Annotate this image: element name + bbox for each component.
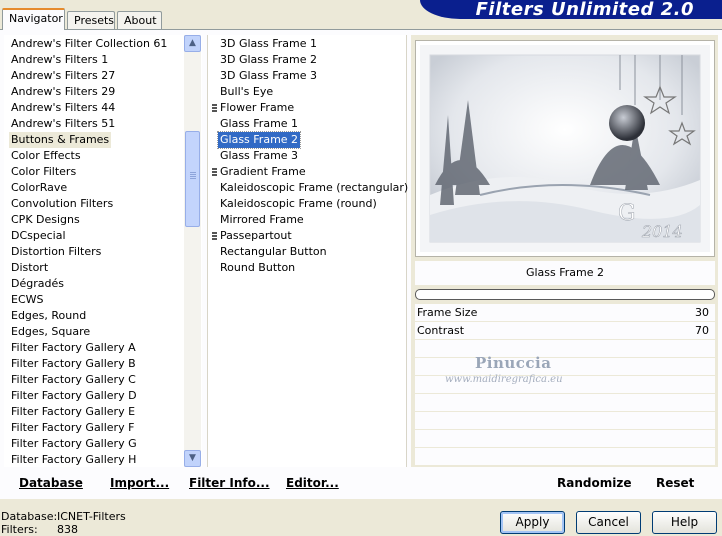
category-item[interactable]: ECWS (11, 292, 44, 308)
category-scrollbar[interactable]: ▲ ▼ (184, 35, 201, 467)
filter-item[interactable]: Glass Frame 2 (216, 131, 302, 149)
filter-item[interactable]: Bull's Eye (220, 84, 273, 100)
watermark-url: www.maidiregrafica.eu (445, 374, 563, 385)
help-button[interactable]: Help (652, 511, 717, 534)
filter-info-button[interactable]: Filter Info... (189, 476, 270, 490)
scroll-up-button[interactable]: ▲ (184, 35, 201, 52)
param-frame-size[interactable]: Frame Size 30 (415, 304, 715, 322)
progress-bar (415, 289, 715, 300)
param-empty-row (415, 340, 715, 358)
category-item[interactable]: Andrew's Filters 27 (11, 68, 115, 84)
scroll-down-button[interactable]: ▼ (184, 450, 201, 467)
category-item[interactable]: Filter Factory Gallery C (11, 372, 136, 388)
category-item[interactable]: Andrew's Filters 29 (11, 84, 115, 100)
filter-item[interactable]: 3D Glass Frame 1 (220, 36, 317, 52)
filter-item[interactable]: Gradient Frame (220, 164, 306, 180)
tab-presets[interactable]: Presets (67, 11, 115, 29)
preview-image: G 2014 (415, 40, 715, 257)
apply-button[interactable]: Apply (500, 511, 565, 534)
category-item[interactable]: Filter Factory Gallery E (11, 404, 135, 420)
category-list[interactable]: Andrew's Filter Collection 61 Andrew's Fi… (4, 35, 202, 467)
category-item[interactable]: Andrew's Filters 1 (11, 52, 108, 68)
selected-filter-name: Glass Frame 2 (415, 261, 715, 285)
param-value: 30 (695, 306, 709, 319)
scroll-thumb[interactable] (185, 131, 200, 227)
param-contrast[interactable]: Contrast 70 (415, 322, 715, 340)
status-database: Database:ICNET-Filters (1, 510, 126, 523)
category-item[interactable]: Filter Factory Gallery F (11, 420, 134, 436)
editor-button[interactable]: Editor... (286, 476, 339, 490)
tab-navigator[interactable]: Navigator (2, 8, 65, 30)
app-title: Filters Unlimited 2.0 (475, 0, 694, 19)
filter-list[interactable]: 3D Glass Frame 1 3D Glass Frame 2 3D Glass… (207, 35, 408, 467)
filter-item[interactable]: Passepartout (220, 228, 292, 244)
preview-initial: G (618, 201, 636, 226)
param-empty-row (415, 394, 715, 412)
watermark-name: Pinuccia (475, 354, 552, 372)
reset-button[interactable]: Reset (656, 476, 694, 490)
status-area: Database:ICNET-Filters Filters: 838 (1, 510, 126, 536)
database-button[interactable]: Database (19, 476, 83, 490)
category-item[interactable]: Andrew's Filters 51 (11, 116, 115, 132)
filter-item[interactable]: Kaleidoscopic Frame (round) (220, 196, 377, 212)
category-item[interactable]: CPK Designs (11, 212, 80, 228)
category-item[interactable]: Filter Factory Gallery B (11, 356, 136, 372)
category-item[interactable]: ColorRave (11, 180, 67, 196)
grip-icon (212, 104, 217, 113)
right-panel: G 2014 Glass Frame 2 Frame Size 30 Contr… (411, 35, 718, 467)
preview-year: 2014 (641, 222, 683, 241)
parameter-panel: Frame Size 30 Contrast 70 Pinuccia www.m… (415, 304, 715, 466)
category-item[interactable]: DCspecial (11, 228, 66, 244)
grip-icon (212, 168, 217, 177)
param-label: Frame Size (417, 306, 478, 319)
param-label: Contrast (417, 324, 465, 337)
category-item[interactable]: Color Effects (11, 148, 81, 164)
category-item[interactable]: Distort (11, 260, 48, 276)
filter-item[interactable]: Glass Frame 1 (220, 116, 298, 132)
import-button[interactable]: Import... (110, 476, 169, 490)
winter-scene-image: G 2014 (420, 45, 710, 252)
filter-item[interactable]: Round Button (220, 260, 295, 276)
grip-icon (212, 232, 217, 241)
filter-item[interactable]: Mirrored Frame (220, 212, 304, 228)
filter-item[interactable]: 3D Glass Frame 2 (220, 52, 317, 68)
category-item[interactable]: Edges, Round (11, 308, 86, 324)
randomize-button[interactable]: Randomize (557, 476, 631, 490)
bottom-toolbar: Database Import... Filter Info... Editor… (0, 468, 722, 500)
filter-item[interactable]: Flower Frame (220, 100, 294, 116)
category-item[interactable]: Buttons & Frames (9, 132, 112, 148)
filter-item[interactable]: Kaleidoscopic Frame (rectangular) (220, 180, 408, 196)
filter-item[interactable]: Glass Frame 3 (220, 148, 298, 164)
chevron-down-icon: ▼ (189, 453, 196, 463)
chevron-up-icon: ▲ (189, 38, 196, 48)
category-item[interactable]: Edges, Square (11, 324, 90, 340)
filter-item[interactable]: 3D Glass Frame 3 (220, 68, 317, 84)
filter-item[interactable]: Rectangular Button (220, 244, 327, 260)
navigator-panel: Andrew's Filter Collection 61 Andrew's Fi… (0, 29, 722, 499)
category-item[interactable]: Convolution Filters (11, 196, 113, 212)
category-item[interactable]: Distortion Filters (11, 244, 101, 260)
cancel-button[interactable]: Cancel (576, 511, 641, 534)
param-empty-row (415, 430, 715, 448)
category-item[interactable]: Filter Factory Gallery D (11, 388, 137, 404)
category-item[interactable]: Dégradés (11, 276, 64, 292)
category-item[interactable]: Color Filters (11, 164, 76, 180)
category-item[interactable]: Filter Factory Gallery G (11, 436, 137, 452)
tab-about[interactable]: About (117, 11, 162, 29)
category-item[interactable]: Andrew's Filter Collection 61 (11, 36, 167, 52)
param-value: 70 (695, 324, 709, 337)
category-item[interactable]: Filter Factory Gallery A (11, 340, 136, 356)
app-banner: Filters Unlimited 2.0 (420, 0, 722, 19)
category-item[interactable]: Andrew's Filters 44 (11, 100, 115, 116)
param-empty-row (415, 448, 715, 466)
category-item[interactable]: Filter Factory Gallery H (11, 452, 136, 467)
param-empty-row (415, 412, 715, 430)
